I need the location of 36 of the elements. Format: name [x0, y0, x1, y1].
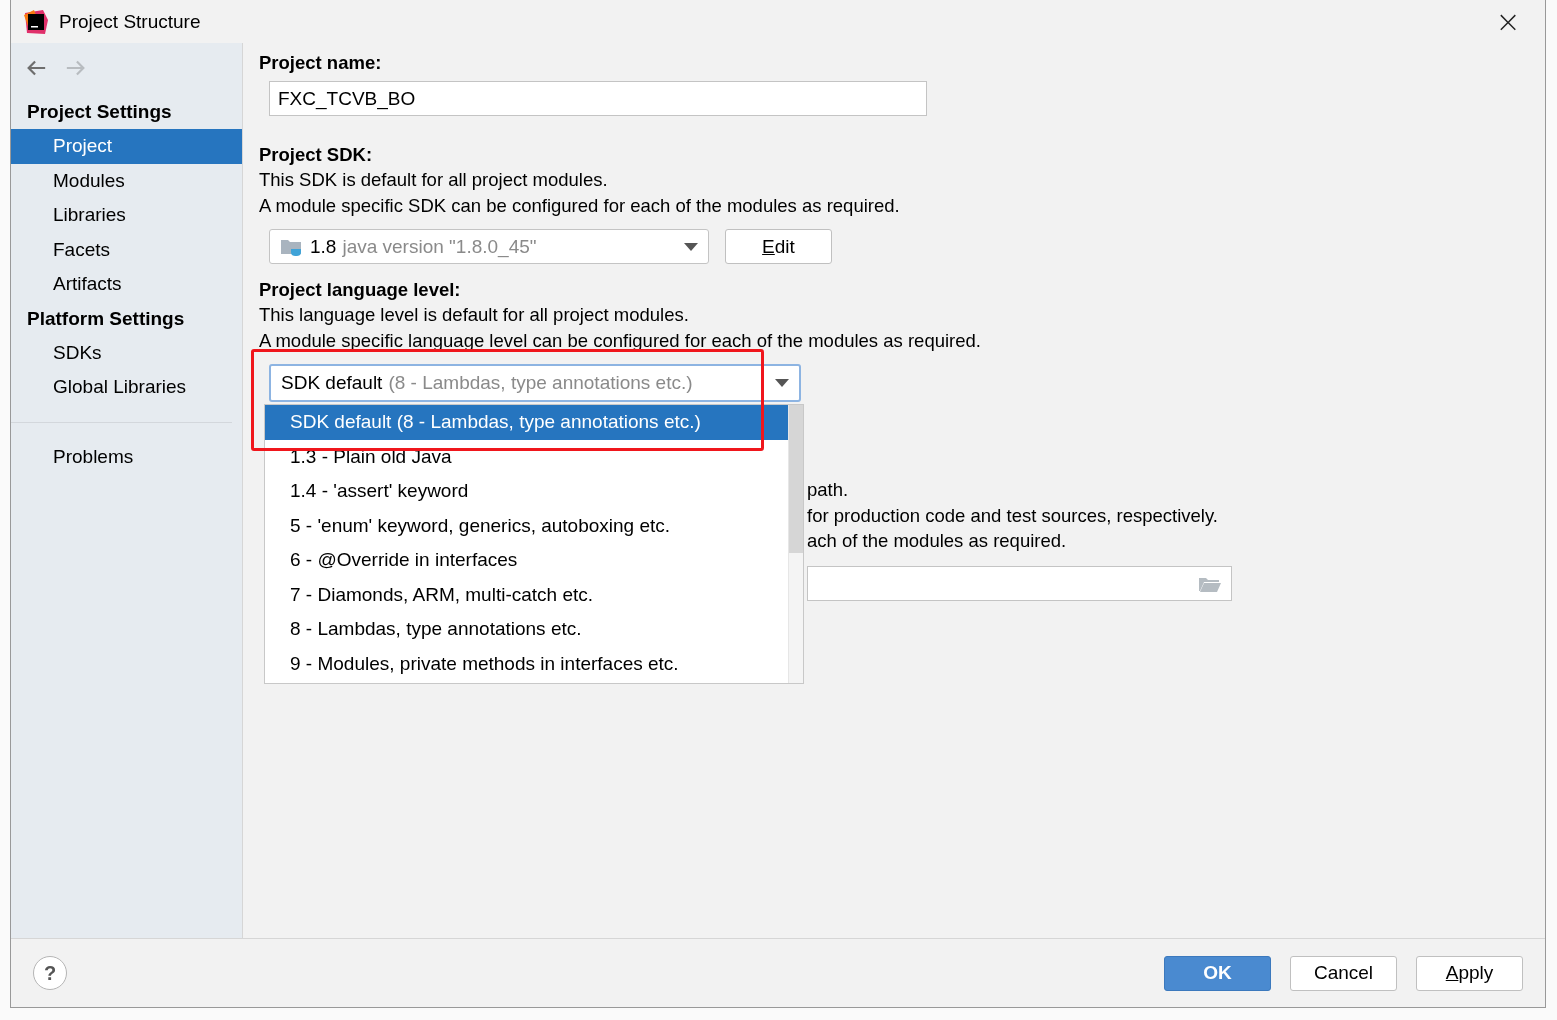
field-label: Project name:	[259, 51, 383, 75]
dialog-button[interactable]: Cancel	[1290, 955, 1397, 991]
sidebar-item[interactable]: Artifacts	[11, 267, 242, 302]
sidebar-group-title: Platform Settings	[26, 306, 186, 331]
sidebar-item[interactable]: Global Libraries	[11, 370, 242, 405]
field-label: Project SDK:	[259, 143, 374, 167]
description-text: A module specific SDK can be configured for each of the modules as required.	[259, 194, 901, 218]
sidebar-item[interactable]: Facets	[11, 232, 242, 267]
project-name-field[interactable]: FXC_TCVB_BO	[269, 81, 927, 116]
sidebar-item[interactable]: Libraries	[11, 198, 242, 233]
sidebar-item[interactable]: Project	[11, 129, 242, 164]
text-fragment: ach of the modules as required.	[807, 529, 1067, 554]
text-fragment: for production code and test sources, respectively.	[807, 503, 1218, 528]
field-label: Project language level:	[259, 278, 462, 302]
scrollbar[interactable]	[788, 405, 803, 683]
sidebar-item[interactable]: Problems	[11, 439, 242, 474]
dropdown-arrow-icon	[684, 242, 698, 251]
edit-button[interactable]: Edit	[725, 229, 832, 264]
path-field[interactable]	[807, 566, 1232, 602]
window-title: Project Structure	[59, 10, 202, 33]
language-level-dropdown[interactable]: SDK default (8 - Lambdas, type annotations etc.)	[269, 364, 801, 402]
dialog-button[interactable]: Apply	[1416, 955, 1523, 991]
app-logo-icon	[23, 8, 49, 35]
close-button[interactable]: ×	[1483, 1, 1533, 42]
sidebar-group-title: Project Settings	[26, 100, 173, 124]
description-text: This language level is default for all project modules.	[259, 303, 690, 327]
ok-button[interactable]: OK	[1164, 955, 1271, 991]
sdk-dropdown[interactable]: 1.8 java version "1.8.0_45"	[269, 229, 709, 264]
description-text: This SDK is default for all project modules.	[259, 168, 609, 192]
sidebar-item[interactable]: Modules	[11, 163, 242, 198]
folder-icon	[1199, 575, 1221, 592]
dropdown-arrow-icon	[775, 379, 789, 387]
help-button[interactable]: ?	[33, 956, 67, 990]
sidebar-item[interactable]: SDKs	[11, 335, 242, 370]
dropdown-option[interactable]: SDK default (8 - Lambdas, type annotations etc.)	[265, 405, 788, 440]
text-fragment: path.	[807, 478, 849, 502]
